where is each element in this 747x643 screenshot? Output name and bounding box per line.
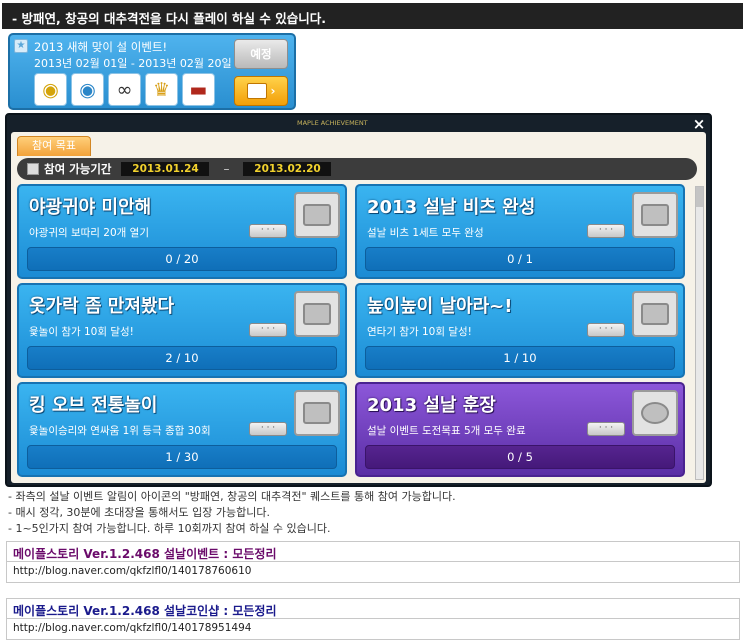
achievement-header: MAPLE ACHIEVEMENT (297, 119, 368, 127)
reward-chest-icon[interactable] (294, 291, 340, 337)
event-status-button[interactable]: 예정 (234, 39, 288, 69)
note-line: - 1~5인가지 참여 가능합니다. 하루 10회까지 참여 하실 수 있습니다… (8, 522, 331, 535)
date-separator: – (223, 162, 230, 176)
reward-chest-icon[interactable] (294, 390, 340, 436)
achievement-desc: 윷놀이승리와 연싸움 1위 등극 종합 30회 (29, 425, 211, 437)
glasses-icon[interactable]: ∞ (108, 73, 141, 106)
star-icon: ★ (14, 39, 28, 53)
achievement-title: 킹 오브 전통놀이 (29, 395, 158, 416)
tab-goals[interactable]: 참여 목표 (17, 136, 91, 156)
reward-chest-icon[interactable] (294, 192, 340, 238)
link-title: 메이플스토리 Ver.1.2.468 설날이벤트 : 모든정리 (7, 542, 739, 562)
achievement-card[interactable]: 옷가락 좀 만져봤다 윷놀이 참가 10회 달성! · · · 2 / 10 (17, 283, 347, 378)
achievement-desc: 윷놀이 참가 10회 달성! (29, 326, 134, 338)
event-date-range: 2013년 02월 01일 - 2013년 02월 20일 (34, 57, 232, 70)
close-icon[interactable]: × (692, 117, 706, 132)
achievement-card[interactable]: 야광귀야 미안해 야광귀의 보따리 20개 열기 · · · 0 / 20 (17, 184, 347, 279)
scrollbar[interactable] (695, 186, 704, 480)
link-url[interactable]: http://blog.naver.com/qkfzlfl0/140178760… (7, 562, 739, 582)
link-box: 메이플스토리 Ver.1.2.468 설날코인샵 : 모든정리 http://b… (6, 598, 740, 640)
achievement-title: 2013 설날 비츠 완성 (367, 197, 536, 218)
calendar-icon (27, 163, 39, 175)
link-title: 메이플스토리 Ver.1.2.468 설날코인샵 : 모든정리 (7, 599, 739, 619)
achievement-progress: 0 / 1 (365, 247, 675, 271)
link-url[interactable]: http://blog.naver.com/qkfzlfl0/140178951… (7, 619, 739, 639)
achievement-title: 야광귀야 미안해 (29, 197, 152, 218)
achievement-card[interactable]: 2013 설날 비츠 완성 설날 비츠 1세트 모두 완성 · · · 0 / … (355, 184, 685, 279)
more-button[interactable]: · · · (249, 323, 287, 337)
page-root: - 방패연, 창공의 대추격전을 다시 플레이 하실 수 있습니다. ★ 201… (0, 0, 747, 643)
end-date: 2013.02.20 (243, 162, 332, 176)
scroll-thumb[interactable] (696, 187, 703, 207)
more-button[interactable]: · · · (587, 422, 625, 436)
link-box: 메이플스토리 Ver.1.2.468 설날이벤트 : 모든정리 http://b… (6, 541, 740, 583)
chevron-right-icon: › (270, 84, 276, 98)
more-button[interactable]: · · · (249, 422, 287, 436)
achievement-card[interactable]: 2013 설날 훈장 설날 이벤트 도전목표 5개 모두 완료 · · · 0 … (355, 382, 685, 477)
event-reward-items: ◉ ◉ ∞ ♛ ▬ (34, 73, 215, 106)
achievement-title: 2013 설날 훈장 (367, 395, 496, 416)
achievement-title: 높이높이 날아라~! (367, 296, 513, 317)
achievement-title: 옷가락 좀 만져봤다 (29, 296, 175, 317)
more-button[interactable]: · · · (587, 323, 625, 337)
more-button[interactable]: · · · (249, 224, 287, 238)
reward-chest-icon[interactable] (632, 291, 678, 337)
more-button[interactable]: · · · (587, 224, 625, 238)
coin-icon[interactable]: ◉ (34, 73, 67, 106)
period-bar: 참여 가능기간 2013.01.24 – 2013.02.20 (17, 158, 697, 180)
achievement-card[interactable]: 높이높이 날아라~! 연타기 참가 10회 달성! · · · 1 / 10 (355, 283, 685, 378)
achievement-progress: 2 / 10 (27, 346, 337, 370)
period-label: 참여 가능기간 (44, 162, 112, 176)
medal-icon[interactable] (632, 390, 678, 436)
hat-icon[interactable]: ▬ (182, 73, 215, 106)
notes: - 좌측의 설날 이벤트 알림이 아이콘의 "방패연, 창공의 대추격전" 퀘스… (8, 489, 738, 537)
achievement-desc: 연타기 참가 10회 달성! (367, 326, 472, 338)
achievement-desc: 설날 이벤트 도전목표 5개 모두 완료 (367, 425, 526, 437)
calendar-icon (246, 83, 267, 99)
start-date: 2013.01.24 (121, 162, 210, 176)
achievement-card[interactable]: 킹 오브 전통놀이 윷놀이승리와 연싸움 1위 등극 종합 30회 · · · … (17, 382, 347, 477)
event-widget: ★ 2013 새해 맞이 설 이벤트! 2013년 02월 01일 - 2013… (8, 33, 296, 110)
achievement-progress: 0 / 20 (27, 247, 337, 271)
event-title: 2013 새해 맞이 설 이벤트! (34, 40, 168, 54)
achievement-panel: 참여 목표 참여 가능기간 2013.01.24 – 2013.02.20 야광… (11, 132, 706, 483)
achievement-progress: 1 / 30 (27, 445, 337, 469)
note-line: - 좌측의 설날 이벤트 알림이 아이콘의 "방패연, 창공의 대추격전" 퀘스… (8, 490, 456, 503)
achievement-progress: 1 / 10 (365, 346, 675, 370)
achievement-desc: 설날 비츠 1세트 모두 완성 (367, 227, 484, 239)
achievement-window: MAPLE ACHIEVEMENT × 참여 목표 참여 가능기간 2013.0… (5, 113, 712, 487)
trophy-icon[interactable]: ♛ (145, 73, 178, 106)
page-title: - 방패연, 창공의 대추격전을 다시 플레이 하실 수 있습니다. (2, 3, 743, 29)
reward-chest-icon[interactable] (632, 192, 678, 238)
achievement-progress: 0 / 5 (365, 445, 675, 469)
achievement-desc: 야광귀의 보따리 20개 열기 (29, 227, 149, 239)
note-line: - 매시 정각, 30분에 초대장을 통해서도 입장 가능합니다. (8, 506, 270, 519)
blue-coin-icon[interactable]: ◉ (71, 73, 104, 106)
calendar-button[interactable]: › (234, 76, 288, 106)
